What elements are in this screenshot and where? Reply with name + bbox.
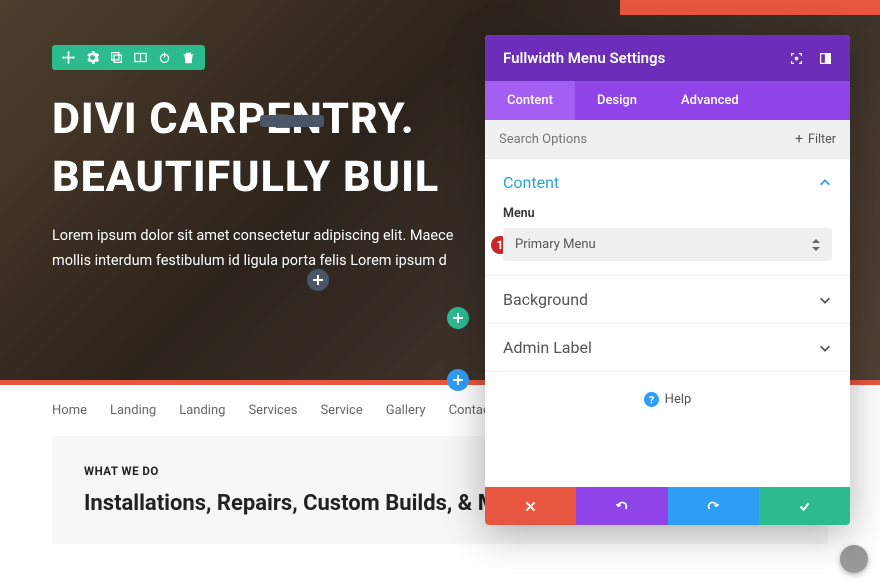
select-caret-icon (812, 239, 820, 251)
undo-button[interactable] (576, 487, 667, 525)
collapse-button[interactable] (840, 545, 868, 573)
settings-panel: Fullwidth Menu Settings Content Design A… (485, 35, 850, 525)
help-link[interactable]: ? Help (485, 372, 850, 427)
help-icon: ? (644, 392, 659, 407)
save-button[interactable] (759, 487, 850, 525)
nav-item[interactable]: Landing (110, 403, 156, 418)
chevron-down-icon (818, 293, 832, 307)
add-module-button[interactable] (307, 269, 329, 291)
panel-tabs: Content Design Advanced (485, 81, 850, 120)
nav-item[interactable]: Gallery (386, 403, 426, 418)
chevron-down-icon (818, 341, 832, 355)
columns-icon[interactable] (134, 51, 147, 64)
move-icon[interactable] (62, 51, 75, 64)
nav-item[interactable]: Landing (179, 403, 225, 418)
module-toolbar[interactable] (260, 115, 324, 127)
redo-button[interactable] (668, 487, 759, 525)
focus-icon[interactable] (790, 52, 803, 65)
nav-item[interactable]: Service (320, 403, 362, 418)
snap-icon[interactable] (819, 52, 832, 65)
filter-button[interactable]: +Filter (781, 120, 850, 158)
menu-field-label: Menu (503, 206, 832, 221)
section-toolbar[interactable] (52, 45, 205, 70)
chevron-up-icon (818, 176, 832, 190)
tab-advanced[interactable]: Advanced (659, 81, 761, 120)
gear-icon[interactable] (86, 51, 99, 64)
add-row-button[interactable] (447, 307, 469, 329)
section-content-head[interactable]: Content (503, 173, 832, 192)
power-icon[interactable] (158, 51, 171, 64)
trash-icon[interactable] (182, 51, 195, 64)
add-section-button[interactable] (447, 369, 469, 391)
panel-title: Fullwidth Menu Settings (503, 49, 665, 67)
duplicate-icon[interactable] (110, 51, 123, 64)
search-input[interactable] (485, 121, 781, 158)
section-adminlabel-head[interactable]: Admin Label (503, 338, 832, 357)
section-background-head[interactable]: Background (503, 290, 832, 309)
tab-content[interactable]: Content (485, 81, 575, 120)
menu-select[interactable]: Primary Menu (503, 228, 832, 261)
cancel-button[interactable] (485, 487, 576, 525)
svg-text:?: ? (649, 393, 654, 406)
hero-subtext: Lorem ipsum dolor sit amet consectetur a… (52, 224, 482, 273)
nav-item[interactable]: Services (248, 403, 297, 418)
nav-item[interactable]: Home (52, 403, 87, 418)
tab-design[interactable]: Design (575, 81, 659, 120)
